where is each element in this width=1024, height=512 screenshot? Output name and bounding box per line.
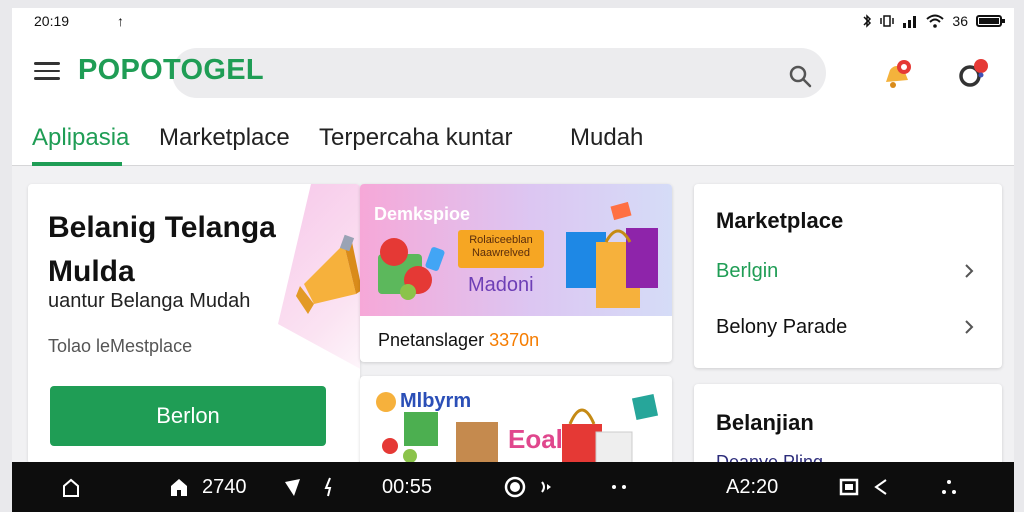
category-tabs: Aplipasia Marketplace Terpercaha kuntar …	[12, 106, 1014, 166]
bolt-icon	[324, 477, 332, 497]
wifi-icon	[926, 14, 945, 28]
promo-card-groceries[interactable]: Demkspioe Rolaiceeblan Naawrelved Madoni…	[360, 184, 672, 362]
home-outline-icon[interactable]	[60, 476, 82, 498]
hero-cta-button[interactable]: Berlon	[50, 386, 326, 446]
belanjian-card-subtitle: Deanye Pling	[716, 452, 824, 462]
nav-time-secondary: A2:20	[726, 476, 779, 498]
battery-level: 36	[952, 13, 968, 29]
promo-banner: Demkspioe Rolaiceeblan Naawrelved Madoni	[360, 184, 672, 316]
hero-card: Belanig Telanga Mulda uantur Belanga Mud…	[28, 184, 360, 462]
signal-icon	[903, 16, 917, 28]
app-bar: POPOTOGEL	[12, 34, 1014, 106]
fruit-basket-icon	[378, 238, 445, 300]
tab-mudah[interactable]: Mudah	[570, 124, 643, 152]
marketplace-item-berlgin[interactable]: Berlgin	[694, 248, 1002, 294]
menu-icon[interactable]	[34, 62, 60, 80]
chevron-right-icon	[965, 264, 974, 278]
search-input[interactable]	[172, 48, 826, 98]
active-tab-indicator	[32, 162, 122, 166]
hero-note: Tolao leMestplace	[48, 336, 193, 356]
hero-title: Belanig Telanga Mulda	[48, 211, 276, 288]
marketplace-item-label: Berlgin	[716, 260, 779, 282]
status-time: 20:19	[34, 13, 70, 29]
app-screen: 20:19 ↑ 36 POPOTOGEL Aplipasia Marketpla…	[12, 8, 1014, 462]
dots-icon[interactable]	[608, 476, 630, 498]
marketplace-card-title: Marketplace	[716, 208, 844, 233]
signal-arrow-icon	[285, 479, 300, 496]
hero-subtitle: uantur Belanga Mudah	[48, 290, 251, 312]
chevron-right-icon	[965, 320, 974, 334]
marketplace-item-label: Belony Parade	[716, 316, 848, 338]
search-icon[interactable]	[788, 64, 812, 88]
share-icon[interactable]	[870, 476, 892, 498]
home-icon[interactable]	[168, 476, 190, 498]
more-dots-icon[interactable]	[938, 476, 960, 498]
notification-bell-icon[interactable]	[878, 56, 914, 92]
tab-marketplace[interactable]: Marketplace	[159, 124, 290, 152]
marketplace-item-belony-parade[interactable]: Belony Parade	[694, 304, 1002, 350]
tab-terpercaha-kuntar[interactable]: Terpercaha kuntar	[319, 124, 512, 152]
battery-icon	[976, 15, 1005, 27]
belanjian-card[interactable]: Belanjian Deanye Pling	[694, 384, 1002, 462]
status-right: 36	[862, 13, 1005, 29]
promo-caption: Pnetanslager 3370n	[378, 330, 539, 351]
square-icon[interactable]	[838, 476, 860, 498]
vibrate-icon	[880, 15, 895, 27]
status-bar: 20:19 ↑ 36	[12, 8, 1014, 34]
promo-caption-text: Pnetanslager	[378, 330, 485, 350]
shopping-bags-icon	[562, 393, 659, 462]
status-left: 20:19 ↑	[34, 13, 124, 29]
tab-aplipasia[interactable]: Aplipasia	[32, 124, 129, 152]
promo-price: 3370n	[489, 330, 540, 350]
promo-brand: Madoni	[468, 274, 534, 296]
shopping-bags-icon	[566, 202, 658, 308]
upload-icon: ↑	[117, 13, 125, 29]
promo-card-shopping[interactable]: Mlbyrm Eoalli	[360, 376, 672, 462]
brand-logo: POPOTOGEL	[78, 54, 264, 86]
system-nav-bar: 2740 00:55 A2:20	[12, 462, 1014, 512]
belanjian-card-title: Belanjian	[716, 410, 814, 435]
nav-time-primary: 00:55	[382, 476, 433, 498]
promo2-brand: Mlbyrm	[400, 390, 472, 412]
marketplace-card: Marketplace Berlgin Belony Parade	[694, 184, 1002, 368]
promo-tag: Rolaiceeblan Naawrelved	[458, 230, 544, 268]
record-icon[interactable]	[504, 476, 526, 498]
profile-icon[interactable]	[954, 56, 990, 92]
sound-wave-icon	[541, 481, 551, 493]
nav-count: 2740	[202, 476, 247, 498]
promo-banner-title: Demkspioe	[374, 204, 471, 224]
bluetooth-icon	[863, 14, 872, 28]
